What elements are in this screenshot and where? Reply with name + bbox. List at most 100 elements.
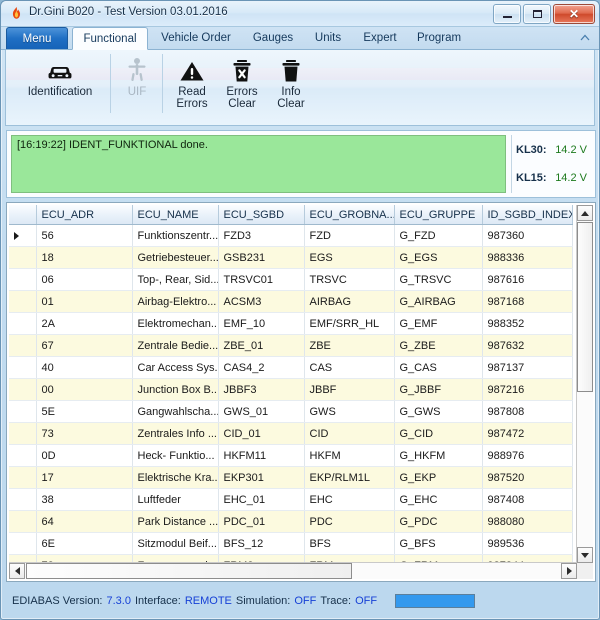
table-cell[interactable]: G_FZD xyxy=(394,225,482,247)
table-cell[interactable]: 989536 xyxy=(482,533,572,555)
table-row[interactable]: 00Junction Box B...JBBF3JBBFG_JBBF987216 xyxy=(9,379,572,401)
table-cell[interactable]: G_HKFM xyxy=(394,445,482,467)
row-selector-cell[interactable] xyxy=(9,357,36,379)
table-row[interactable]: 6ESitzmodul Beif...BFS_12BFSG_BFS989536 xyxy=(9,533,572,555)
table-cell[interactable]: GWS_01 xyxy=(218,401,304,423)
grid-vertical-scrollbar[interactable] xyxy=(576,205,593,563)
table-cell[interactable]: CID xyxy=(304,423,394,445)
table-cell[interactable]: 01 xyxy=(36,291,132,313)
column-header-ecu-grobname[interactable]: ECU_GROBNA... xyxy=(304,205,394,225)
table-cell[interactable]: CAS4_2 xyxy=(218,357,304,379)
table-cell[interactable]: Getriebesteuer... xyxy=(132,247,218,269)
row-selector-cell[interactable] xyxy=(9,445,36,467)
errors-clear-button[interactable]: Errors Clear xyxy=(218,53,266,110)
table-cell[interactable]: G_ZBE xyxy=(394,335,482,357)
row-selector-cell[interactable] xyxy=(9,533,36,555)
table-cell[interactable]: 56 xyxy=(36,225,132,247)
table-cell[interactable]: 987616 xyxy=(482,269,572,291)
table-cell[interactable]: Zentrales Info ... xyxy=(132,423,218,445)
grid-horizontal-scroll-thumb[interactable] xyxy=(26,563,352,579)
table-cell[interactable]: 987408 xyxy=(482,489,572,511)
table-cell[interactable]: EHC_01 xyxy=(218,489,304,511)
row-selector-cell[interactable] xyxy=(9,269,36,291)
table-cell[interactable]: 38 xyxy=(36,489,132,511)
scroll-down-button[interactable] xyxy=(577,547,593,563)
table-cell[interactable]: FZD xyxy=(304,225,394,247)
table-cell[interactable]: TRSVC01 xyxy=(218,269,304,291)
column-header-id-sgbd-index[interactable]: ID_SGBD_INDEX xyxy=(482,205,572,225)
table-row[interactable]: 01Airbag-Elektro...ACSM3AIRBAGG_AIRBAG98… xyxy=(9,291,572,313)
tab-functional[interactable]: Functional xyxy=(72,27,148,50)
row-selector-cell[interactable] xyxy=(9,379,36,401)
scroll-right-button[interactable] xyxy=(561,563,577,579)
table-row[interactable]: 18Getriebesteuer...GSB231EGSG_EGS988336 xyxy=(9,247,572,269)
table-cell[interactable]: 987168 xyxy=(482,291,572,313)
table-cell[interactable]: Top-, Rear, Sid... xyxy=(132,269,218,291)
close-button[interactable]: ✕ xyxy=(553,4,595,24)
table-cell[interactable]: FZD3 xyxy=(218,225,304,247)
table-row[interactable]: 73Zentrales Info ...CID_01CIDG_CID987472 xyxy=(9,423,572,445)
uif-button[interactable]: UIF xyxy=(116,53,158,98)
table-cell[interactable]: GWS xyxy=(304,401,394,423)
table-cell[interactable]: EHC xyxy=(304,489,394,511)
table-cell[interactable]: G_EGS xyxy=(394,247,482,269)
table-cell[interactable]: G_BFS xyxy=(394,533,482,555)
grid-horizontal-scrollbar[interactable] xyxy=(9,562,577,579)
table-cell[interactable]: Zentrale Bedie... xyxy=(132,335,218,357)
row-selector-cell[interactable] xyxy=(9,335,36,357)
row-selector-cell[interactable] xyxy=(9,423,36,445)
table-row[interactable]: 5EGangwahlscha...GWS_01GWSG_GWS987808 xyxy=(9,401,572,423)
column-header-ecu-gruppe[interactable]: ECU_GRUPPE xyxy=(394,205,482,225)
row-selector-cell[interactable] xyxy=(9,313,36,335)
table-cell[interactable]: EGS xyxy=(304,247,394,269)
table-cell[interactable]: G_PDC xyxy=(394,511,482,533)
ecu-grid-viewport[interactable]: ECU_ADR ECU_NAME ECU_SGBD ECU_GROBNA... … xyxy=(9,205,593,579)
table-cell[interactable]: 988336 xyxy=(482,247,572,269)
table-cell[interactable]: PDC_01 xyxy=(218,511,304,533)
scroll-up-button[interactable] xyxy=(577,205,593,221)
table-row[interactable]: 06Top-, Rear, Sid...TRSVC01TRSVCG_TRSVC9… xyxy=(9,269,572,291)
table-cell[interactable]: Gangwahlscha... xyxy=(132,401,218,423)
table-cell[interactable]: 987808 xyxy=(482,401,572,423)
table-cell[interactable]: G_GWS xyxy=(394,401,482,423)
table-cell[interactable]: 2A xyxy=(36,313,132,335)
table-cell[interactable]: 67 xyxy=(36,335,132,357)
row-selector-cell[interactable] xyxy=(9,401,36,423)
chevron-up-icon[interactable] xyxy=(579,32,591,44)
table-cell[interactable]: 988976 xyxy=(482,445,572,467)
table-cell[interactable]: ACSM3 xyxy=(218,291,304,313)
identification-button[interactable]: Identification xyxy=(14,53,106,98)
grid-vertical-scroll-thumb[interactable] xyxy=(577,222,593,392)
scroll-left-button[interactable] xyxy=(9,563,25,579)
tab-gauges[interactable]: Gauges xyxy=(244,27,302,49)
table-cell[interactable]: EMF_10 xyxy=(218,313,304,335)
title-bar[interactable]: Dr.Gini B020 - Test Version 03.01.2016 ✕ xyxy=(1,1,599,27)
table-cell[interactable]: 5E xyxy=(36,401,132,423)
row-selector-cell[interactable] xyxy=(9,291,36,313)
table-cell[interactable]: BFS_12 xyxy=(218,533,304,555)
table-cell[interactable]: 987520 xyxy=(482,467,572,489)
table-row[interactable]: 67Zentrale Bedie...ZBE_01ZBEG_ZBE987632 xyxy=(9,335,572,357)
table-cell[interactable]: G_TRSVC xyxy=(394,269,482,291)
table-cell[interactable]: 06 xyxy=(36,269,132,291)
table-cell[interactable]: Sitzmodul Beif... xyxy=(132,533,218,555)
table-cell[interactable]: EKP301 xyxy=(218,467,304,489)
row-selector-cell[interactable] xyxy=(9,467,36,489)
table-cell[interactable]: JBBF xyxy=(304,379,394,401)
table-cell[interactable]: 988352 xyxy=(482,313,572,335)
table-cell[interactable]: 18 xyxy=(36,247,132,269)
table-cell[interactable]: G_EHC xyxy=(394,489,482,511)
table-cell[interactable]: EMF/SRR_HL xyxy=(304,313,394,335)
table-row[interactable]: 64Park Distance ...PDC_01PDCG_PDC988080 xyxy=(9,511,572,533)
column-header-ecu-sgbd[interactable]: ECU_SGBD xyxy=(218,205,304,225)
tab-menu[interactable]: Menu xyxy=(6,27,68,49)
table-cell[interactable]: 17 xyxy=(36,467,132,489)
minimize-button[interactable] xyxy=(493,4,521,24)
table-cell[interactable]: GSB231 xyxy=(218,247,304,269)
tab-units[interactable]: Units xyxy=(304,27,352,49)
table-cell[interactable]: Heck- Funktio... xyxy=(132,445,218,467)
column-header-ecu-name[interactable]: ECU_NAME xyxy=(132,205,218,225)
table-row[interactable]: 0DHeck- Funktio...HKFM11HKFMG_HKFM988976 xyxy=(9,445,572,467)
table-cell[interactable]: BFS xyxy=(304,533,394,555)
table-cell[interactable]: 987137 xyxy=(482,357,572,379)
